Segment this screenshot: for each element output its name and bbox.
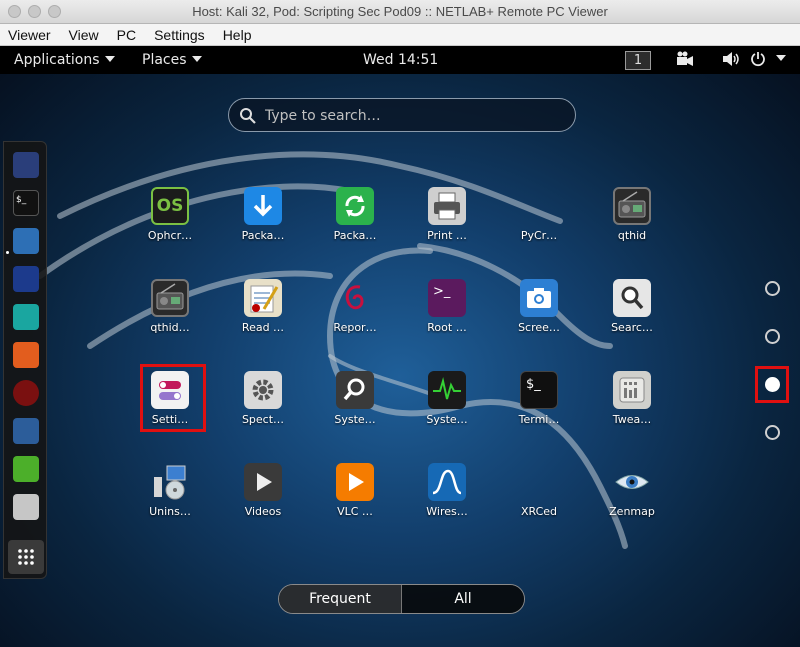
chevron-down-icon bbox=[104, 56, 115, 62]
app-wireshark[interactable]: Wires… bbox=[409, 463, 485, 533]
app-uninstall[interactable]: Unins… bbox=[132, 463, 208, 533]
tweaks-icon bbox=[613, 371, 651, 409]
view-switcher: Frequent All bbox=[278, 584, 525, 614]
show-apps-button[interactable] bbox=[8, 540, 44, 574]
app-xrced[interactable]: XRCed bbox=[501, 463, 577, 533]
remote-desktop: Applications Places Wed 14:51 1 $_ bbox=[0, 46, 800, 647]
app-vlc[interactable]: VLC … bbox=[317, 463, 393, 533]
app-qthid-2[interactable]: qthid… bbox=[132, 279, 208, 349]
page-dot-3[interactable] bbox=[765, 377, 780, 392]
app-tweaks[interactable]: Twea… bbox=[594, 371, 670, 441]
tab-all[interactable]: All bbox=[402, 585, 524, 613]
root-terminal-icon: >_ bbox=[428, 279, 466, 317]
package-download-icon bbox=[244, 187, 282, 225]
files-icon[interactable] bbox=[13, 228, 39, 254]
power-icon[interactable] bbox=[750, 51, 766, 71]
app-read[interactable]: Read … bbox=[225, 279, 301, 349]
menu-help[interactable]: Help bbox=[223, 27, 252, 43]
vlc-play-icon bbox=[336, 463, 374, 501]
app-menubar: Viewer View PC Settings Help bbox=[0, 24, 800, 46]
maltego-icon[interactable] bbox=[13, 152, 39, 178]
app-system-monitor[interactable]: Syste… bbox=[409, 371, 485, 441]
uninstall-icon bbox=[151, 463, 189, 501]
radio-icon bbox=[613, 187, 651, 225]
system-menu-chevron-icon[interactable] bbox=[771, 51, 786, 67]
metasploit-icon[interactable] bbox=[13, 266, 39, 292]
faraday-icon[interactable] bbox=[13, 380, 39, 406]
page-dot-1[interactable] bbox=[765, 281, 780, 296]
grid-icon bbox=[18, 549, 34, 565]
magnifier-icon bbox=[336, 371, 374, 409]
volume-icon[interactable] bbox=[722, 51, 742, 71]
chevron-down-icon bbox=[191, 56, 202, 62]
package-update-icon bbox=[336, 187, 374, 225]
gnome-topbar: Applications Places Wed 14:51 1 bbox=[0, 46, 800, 74]
app-zenmap[interactable]: Zenmap bbox=[594, 463, 670, 533]
ophcrack-icon: OS bbox=[151, 187, 189, 225]
workspace-indicator[interactable]: 1 bbox=[625, 51, 651, 70]
radio-icon bbox=[151, 279, 189, 317]
notepad-icon bbox=[244, 279, 282, 317]
terminal-icon: $_ bbox=[520, 371, 558, 409]
eye-icon bbox=[613, 463, 651, 501]
printer-icon bbox=[428, 187, 466, 225]
app-pycrust[interactable]: PyCr… bbox=[501, 187, 577, 257]
app-root-terminal[interactable]: >_ Root … bbox=[409, 279, 485, 349]
settings-highlight-box bbox=[140, 364, 206, 432]
video-play-icon bbox=[244, 463, 282, 501]
page-dot-4[interactable] bbox=[765, 425, 780, 440]
terminal-icon[interactable]: $_ bbox=[13, 190, 39, 216]
camera-icon bbox=[520, 279, 558, 317]
radio-icon[interactable] bbox=[13, 494, 39, 520]
video-camera-icon[interactable] bbox=[676, 51, 694, 71]
tab-frequent[interactable]: Frequent bbox=[279, 585, 402, 613]
dash-sidebar: $_ bbox=[3, 141, 47, 579]
running-indicator bbox=[6, 251, 9, 254]
app-terminal[interactable]: $_ Termi… bbox=[501, 371, 577, 441]
app-print[interactable]: Print … bbox=[409, 187, 485, 257]
debian-swirl-icon bbox=[336, 279, 374, 317]
app-screenshot[interactable]: Scree… bbox=[501, 279, 577, 349]
menu-viewer[interactable]: Viewer bbox=[8, 27, 51, 43]
search-input[interactable] bbox=[265, 105, 565, 127]
applications-menu[interactable]: Applications bbox=[14, 52, 115, 68]
armitage-icon[interactable] bbox=[13, 304, 39, 330]
beef-icon[interactable] bbox=[13, 418, 39, 444]
app-ophcrack[interactable]: OS Ophcr… bbox=[132, 187, 208, 257]
app-report[interactable]: Repor… bbox=[317, 279, 393, 349]
app-videos[interactable]: Videos bbox=[225, 463, 301, 533]
menu-pc[interactable]: PC bbox=[117, 27, 136, 43]
page-dot-2[interactable] bbox=[765, 329, 780, 344]
window-titlebar: Host: Kali 32, Pod: Scripting Sec Pod09 … bbox=[0, 0, 800, 24]
menu-settings[interactable]: Settings bbox=[154, 27, 205, 43]
wireshark-icon bbox=[428, 463, 466, 501]
app-qthid[interactable]: qthid bbox=[594, 187, 670, 257]
search-icon bbox=[239, 107, 257, 129]
menu-view[interactable]: View bbox=[69, 27, 99, 43]
leafpad-icon[interactable] bbox=[13, 456, 39, 482]
search-icon bbox=[613, 279, 651, 317]
app-search[interactable]: Searc… bbox=[594, 279, 670, 349]
kali-dragon-wallpaper bbox=[37, 151, 628, 549]
places-menu[interactable]: Places bbox=[142, 52, 202, 68]
pycrust-icon bbox=[520, 187, 558, 225]
search-box[interactable] bbox=[228, 98, 576, 132]
gear-icon bbox=[244, 371, 282, 409]
burpsuite-icon[interactable] bbox=[13, 342, 39, 368]
app-package-download[interactable]: Packa… bbox=[225, 187, 301, 257]
app-system-search[interactable]: Syste… bbox=[317, 371, 393, 441]
xrced-icon bbox=[520, 463, 558, 501]
clock[interactable]: Wed 14:51 bbox=[363, 52, 438, 68]
system-monitor-icon bbox=[428, 371, 466, 409]
app-package-update[interactable]: Packa… bbox=[317, 187, 393, 257]
window-title: Host: Kali 32, Pod: Scripting Sec Pod09 … bbox=[192, 4, 608, 19]
app-spectrum[interactable]: Spect… bbox=[225, 371, 301, 441]
